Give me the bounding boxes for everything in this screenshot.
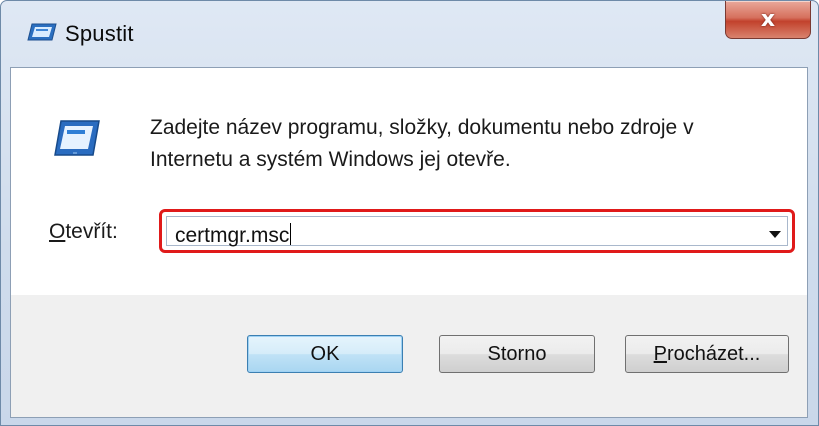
- open-label-accelerator: O: [49, 220, 66, 243]
- dialog-body: Zadejte název programu, složky, dokument…: [10, 67, 808, 418]
- cancel-button[interactable]: Storno: [439, 335, 595, 373]
- run-dialog-window: Spustit x Zadejte název programu, složky…: [0, 0, 819, 426]
- run-program-icon: [54, 120, 100, 156]
- open-label-text: tevřít:: [65, 220, 118, 243]
- close-button[interactable]: x: [725, 1, 811, 39]
- browse-button[interactable]: Procházet...: [625, 335, 789, 373]
- ok-button[interactable]: OK: [247, 335, 403, 373]
- description-line-1: Zadejte název programu, složky, dokument…: [150, 116, 694, 139]
- title-bar[interactable]: Spustit x: [1, 1, 818, 67]
- close-icon: x: [760, 6, 776, 32]
- open-input-value[interactable]: certmgr.msc: [175, 223, 292, 248]
- dialog-description: Zadejte název programu, složky, dokument…: [150, 112, 790, 176]
- dropdown-arrow-icon[interactable]: [767, 227, 783, 243]
- run-icon: [27, 23, 57, 41]
- dialog-content-area: Zadejte název programu, složky, dokument…: [11, 68, 807, 295]
- browse-button-accelerator: P: [653, 342, 667, 365]
- open-combobox[interactable]: certmgr.msc: [159, 209, 795, 253]
- window-title: Spustit: [65, 21, 134, 46]
- open-combobox-field[interactable]: certmgr.msc: [166, 216, 788, 248]
- open-label: Otevřít:: [49, 220, 118, 244]
- open-input-text: certmgr.msc: [175, 224, 290, 247]
- description-line-2: Internetu a systém Windows jej otevře.: [150, 148, 511, 171]
- browse-button-label: rocházet...: [666, 342, 761, 365]
- text-cursor: [290, 223, 292, 245]
